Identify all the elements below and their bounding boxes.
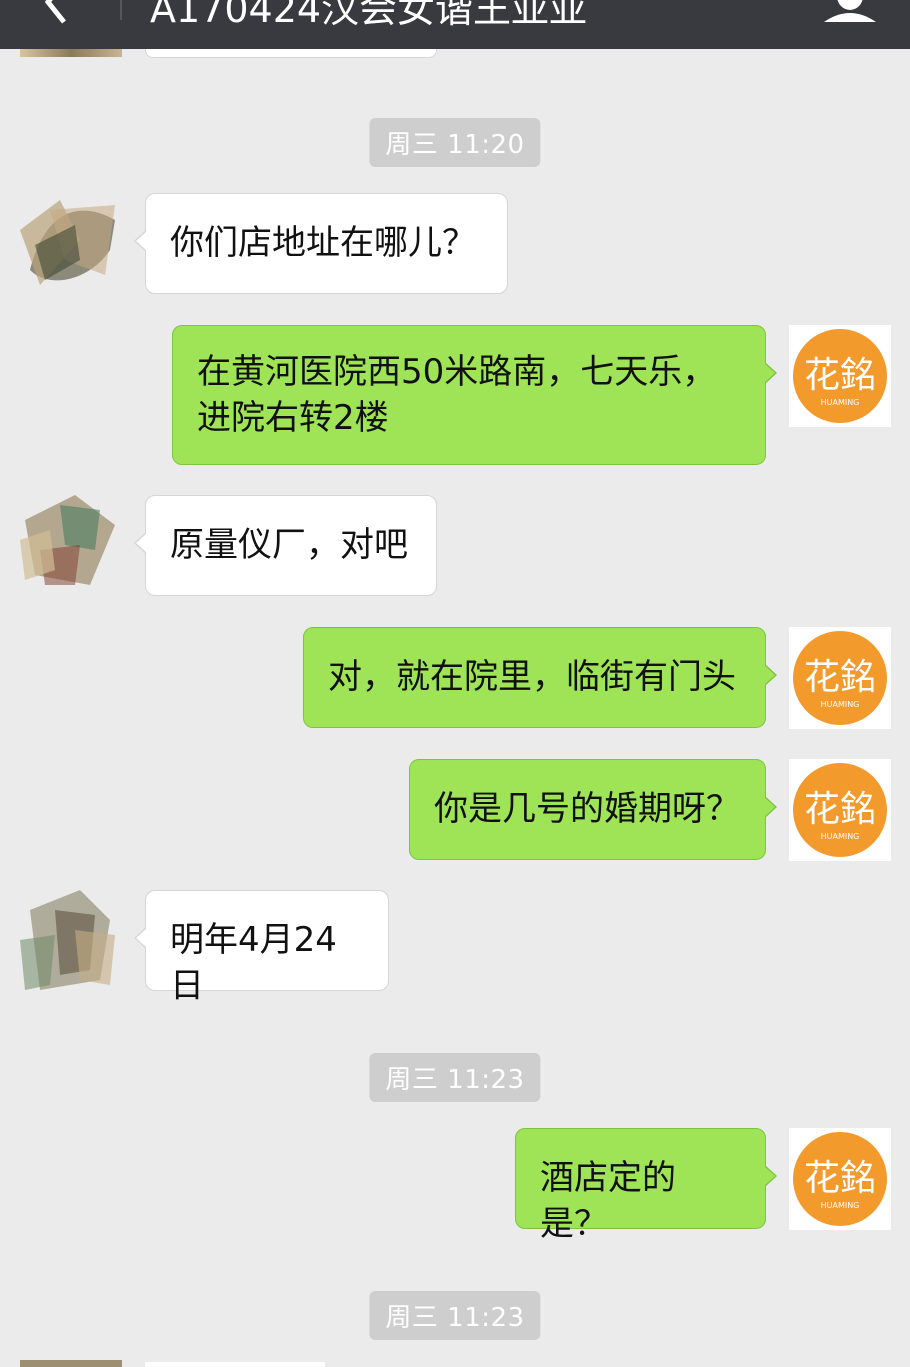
message-text: 原量仪厂，对吧: [170, 525, 408, 565]
shop-avatar[interactable]: 花銘 HUAMING: [789, 627, 891, 729]
shop-logo-text: 花銘: [804, 1158, 876, 1199]
back-arrow-icon[interactable]: [30, 0, 90, 32]
message-text: 在黄河医院西50米路南，七天乐， 进院右转2楼: [197, 352, 717, 438]
person-icon[interactable]: [820, 0, 880, 22]
shop-avatar[interactable]: 花銘 HUAMING: [789, 759, 891, 861]
message-text: 对，就在院里，临街有门头: [328, 657, 736, 697]
message-bubble-incoming[interactable]: 明年4月24日: [134, 890, 389, 1006]
message-text: 酒店定的是？: [540, 1158, 676, 1244]
chat-header: A170424汉会女谐王亚亚: [0, 0, 910, 49]
previous-avatar-edge: [20, 49, 122, 57]
message-text: 你们店地址在哪儿？: [170, 223, 476, 263]
message-bubble-outgoing[interactable]: 酒店定的是？: [515, 1128, 777, 1244]
chat-title: A170424汉会女谐王亚亚: [150, 0, 588, 31]
message-bubble-outgoing[interactable]: 对，就在院里，临街有门头: [303, 627, 777, 728]
shop-logo-text: 花銘: [804, 789, 876, 830]
svg-text:HUAMING: HUAMING: [821, 832, 860, 841]
message-bubble-outgoing[interactable]: 你是几号的婚期呀？: [409, 759, 777, 860]
next-bubble-edge: [145, 1362, 325, 1367]
timestamp: 周三 11:20: [369, 118, 541, 167]
header-divider: [120, 0, 122, 20]
contact-avatar[interactable]: [20, 490, 122, 592]
svg-text:HUAMING: HUAMING: [821, 1201, 860, 1210]
svg-text:HUAMING: HUAMING: [821, 398, 860, 407]
timestamp: 周三 11:23: [369, 1053, 541, 1102]
message-text: 明年4月24日: [170, 920, 337, 1006]
message-bubble-incoming[interactable]: 你们店地址在哪儿？: [134, 193, 508, 294]
next-avatar-edge: [20, 1360, 122, 1367]
shop-logo-text: 花銘: [804, 657, 876, 698]
contact-avatar[interactable]: [20, 190, 122, 292]
previous-bubble-edge: [145, 49, 437, 58]
svg-text:HUAMING: HUAMING: [821, 700, 860, 709]
message-bubble-incoming[interactable]: 原量仪厂，对吧: [134, 495, 437, 596]
shop-avatar[interactable]: 花銘 HUAMING: [789, 325, 891, 427]
timestamp: 周三 11:23: [369, 1291, 541, 1340]
shop-logo-text: 花銘: [804, 355, 876, 396]
shop-avatar[interactable]: 花銘 HUAMING: [789, 1128, 891, 1230]
contact-avatar[interactable]: [20, 890, 122, 992]
message-bubble-outgoing[interactable]: 在黄河医院西50米路南，七天乐， 进院右转2楼: [172, 325, 777, 465]
message-text: 你是几号的婚期呀？: [434, 789, 740, 829]
